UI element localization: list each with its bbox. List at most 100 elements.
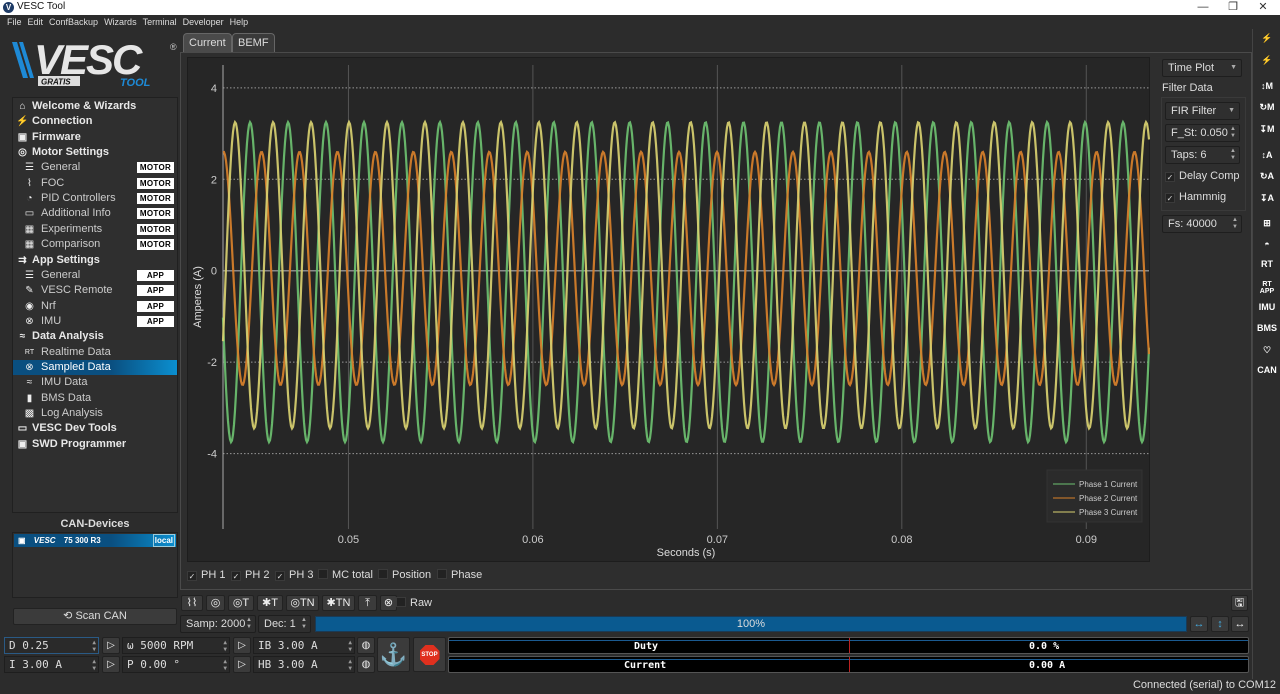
sidebar-item-log-analysis[interactable]: ▩ Log Analysis	[13, 406, 177, 421]
sidebar-item-firmware[interactable]: ▣ Firmware	[13, 130, 177, 145]
samp-spinbox[interactable]: Samp: 2000 ▲ ▼	[180, 615, 256, 633]
sidebar-item-motor-settings[interactable]: ◎ Motor Settings	[13, 145, 177, 160]
spin-arrows-icon: ▲ ▼	[301, 617, 307, 630]
raw-checkbox[interactable]: Raw	[396, 596, 432, 610]
sidebar-item-vesc-remote[interactable]: ✎ VESC Remote APP	[13, 283, 177, 298]
sidebar-item-imu[interactable]: ⊗ IMU APP	[13, 314, 177, 329]
gamepad-icon[interactable]: ◓	[1256, 239, 1278, 249]
filter-type-select[interactable]: FIR Filter ▼	[1165, 102, 1240, 120]
sidebar-item-additional-info[interactable]: ▭ Additional Info MOTOR	[13, 206, 177, 221]
sidebar-item-swd-programmer[interactable]: ▣ SWD Programmer	[13, 437, 177, 452]
minimize-button[interactable]: —	[1188, 0, 1218, 15]
hb-input[interactable]: HB 3.00 A ▲ ▼	[253, 656, 355, 673]
sidebar-item-imu-data[interactable]: ≈ IMU Data	[13, 375, 177, 390]
channel-ph-2-checkbox[interactable]: ✓ PH 2	[231, 568, 269, 582]
stop-icon: STOP	[419, 645, 440, 665]
channel-ph-1-checkbox[interactable]: ✓ PH 1	[187, 568, 225, 582]
reset-app-config-icon[interactable]: ↻A	[1256, 171, 1278, 182]
close-button[interactable]: ✕	[1248, 0, 1278, 15]
sidebar-item-nrf[interactable]: ◉ Nrf APP	[13, 299, 177, 314]
stop-circle-icon[interactable]: ⊗	[380, 595, 397, 611]
sidebar-item-app-settings[interactable]: ⇉ App Settings	[13, 253, 177, 268]
bms-data-icon[interactable]: BMS	[1256, 323, 1278, 333]
sidebar-item-foc[interactable]: ⌇ FOC MOTOR	[13, 176, 177, 191]
tab-current[interactable]: Current	[183, 33, 232, 53]
ib-input[interactable]: IB 3.00 A ▲ ▼	[253, 637, 355, 654]
channel-position-checkbox[interactable]: Position	[378, 568, 431, 582]
stop-button[interactable]: STOP	[413, 637, 446, 672]
zoom-horizontal-icon[interactable]: ↔	[1190, 616, 1208, 632]
brake-ib-icon[interactable]: ◍	[357, 637, 375, 654]
dec-spinbox[interactable]: Dec: 1 ▲ ▼	[258, 615, 311, 633]
play-duty-icon[interactable]: ▷	[102, 637, 120, 654]
rpm-input[interactable]: ω 5000 RPM ▲ ▼	[122, 637, 230, 654]
taps-spinbox[interactable]: Taps: 6 ▲ ▼	[1165, 146, 1240, 164]
delay-comp-label: Delay Comp	[1179, 170, 1240, 182]
position-input[interactable]: P 0.00 ° ▲ ▼	[122, 656, 230, 673]
motor-icon[interactable]: ◎	[206, 595, 225, 611]
zoom-vertical-icon[interactable]: ↕	[1211, 616, 1229, 632]
heart-icon[interactable]: ♡	[1256, 345, 1278, 356]
menu-file[interactable]: File	[4, 15, 25, 29]
rt-data-icon[interactable]: RT	[1256, 259, 1278, 269]
bug-trigger-icon[interactable]: ✱T	[257, 595, 283, 611]
channel-ph-3-checkbox[interactable]: ✓ PH 3	[275, 568, 313, 582]
sidebar-item-welcome-wizards[interactable]: ⌂ Welcome & Wizards	[13, 99, 177, 114]
scan-can-button[interactable]: ⟲ Scan CAN	[13, 608, 177, 625]
sidebar-item-experiments[interactable]: ▦ Experiments MOTOR	[13, 222, 177, 237]
play-current-icon[interactable]: ▷	[102, 656, 120, 673]
sidebar-item-general[interactable]: ☰ General MOTOR	[13, 160, 177, 175]
motor-trigger-icon[interactable]: ◎T	[228, 595, 254, 611]
sidebar-item-vesc-dev-tools[interactable]: ▭ VESC Dev Tools	[13, 421, 177, 436]
menu-terminal[interactable]: Terminal	[140, 15, 180, 29]
coil-icon[interactable]: ⌇⌇	[181, 595, 203, 611]
menu-edit[interactable]: Edit	[25, 15, 47, 29]
imu-data-icon[interactable]: IMU	[1256, 302, 1278, 312]
plug-icon: ⚡	[16, 116, 29, 128]
current-input[interactable]: I 3.00 A ▲ ▼	[4, 656, 99, 673]
menu-developer[interactable]: Developer	[180, 15, 227, 29]
read-motor-config-icon[interactable]: ↕M	[1256, 81, 1278, 91]
sidebar-item-realtime-data[interactable]: RT Realtime Data	[13, 345, 177, 360]
save-icon[interactable]: 🖫	[1231, 595, 1248, 611]
rescale-icon[interactable]: ↔	[1231, 616, 1249, 632]
fs-spinbox[interactable]: Fs: 40000 ▲ ▼	[1162, 215, 1242, 233]
play-rpm-icon[interactable]: ▷	[233, 637, 251, 654]
upload-icon[interactable]: ⤒	[358, 595, 377, 611]
channel-mc-total-checkbox[interactable]: MC total	[318, 568, 373, 582]
bug-trigger-n-icon[interactable]: ✱TN	[322, 595, 355, 611]
sidebar-item-general[interactable]: ☰ General APP	[13, 268, 177, 283]
tab-bemf[interactable]: BEMF	[232, 33, 275, 53]
can-fwd-icon[interactable]: ⊞	[1256, 218, 1278, 229]
channel-phase-checkbox[interactable]: Phase	[437, 568, 482, 582]
menu-help[interactable]: Help	[227, 15, 252, 29]
brake-hb-icon[interactable]: ◍	[357, 656, 375, 673]
duty-input[interactable]: D 0.25 ▲ ▼	[4, 637, 99, 654]
sidebar-item-pid-controllers[interactable]: ◔ PID Controllers MOTOR	[13, 191, 177, 206]
rt-app-data-icon[interactable]: RT APP	[1256, 281, 1278, 295]
current-chart[interactable]: 0.05 0.06 0.07 0.08 0.09 4 2 0 -2 -4 Seconds (s) Am…	[187, 57, 1150, 562]
menu-confbackup[interactable]: ConfBackup	[46, 15, 101, 29]
maximize-button[interactable]: ❐	[1218, 0, 1248, 15]
connect-icon[interactable]: ⚡	[1256, 33, 1278, 44]
sidebar-item-data-analysis[interactable]: ≈ Data Analysis	[13, 329, 177, 344]
hamming-checkbox[interactable]: ✓ Hammnig	[1165, 190, 1226, 204]
menu-wizards[interactable]: Wizards	[101, 15, 140, 29]
play-position-icon[interactable]: ▷	[233, 656, 251, 673]
sidebar-item-comparison[interactable]: ▦ Comparison MOTOR	[13, 237, 177, 252]
write-app-config-icon[interactable]: ↧A	[1256, 193, 1278, 204]
f-st-spinbox[interactable]: F_St: 0.050 ▲ ▼	[1165, 124, 1240, 142]
anchor-icon[interactable]: ⚓	[377, 637, 410, 672]
motor-trigger-n-icon[interactable]: ◎TN	[286, 595, 319, 611]
read-app-config-icon[interactable]: ↕A	[1256, 150, 1278, 160]
disconnect-icon[interactable]: ⚡	[1256, 55, 1278, 66]
write-motor-config-icon[interactable]: ↧M	[1256, 124, 1278, 135]
delay-comp-checkbox[interactable]: ✓ Delay Comp	[1165, 169, 1240, 183]
sidebar-item-bms-data[interactable]: ▮ BMS Data	[13, 391, 177, 406]
reset-motor-config-icon[interactable]: ↻M	[1256, 102, 1278, 113]
can-icon[interactable]: CAN	[1256, 365, 1278, 375]
plot-mode-select[interactable]: Time Plot ▼	[1162, 59, 1242, 77]
can-device-item[interactable]: ▣ VESC 75 300 R3 local	[14, 534, 176, 547]
sidebar-item-sampled-data[interactable]: ⊗ Sampled Data	[13, 359, 177, 375]
sidebar-item-connection[interactable]: ⚡ Connection	[13, 114, 177, 129]
